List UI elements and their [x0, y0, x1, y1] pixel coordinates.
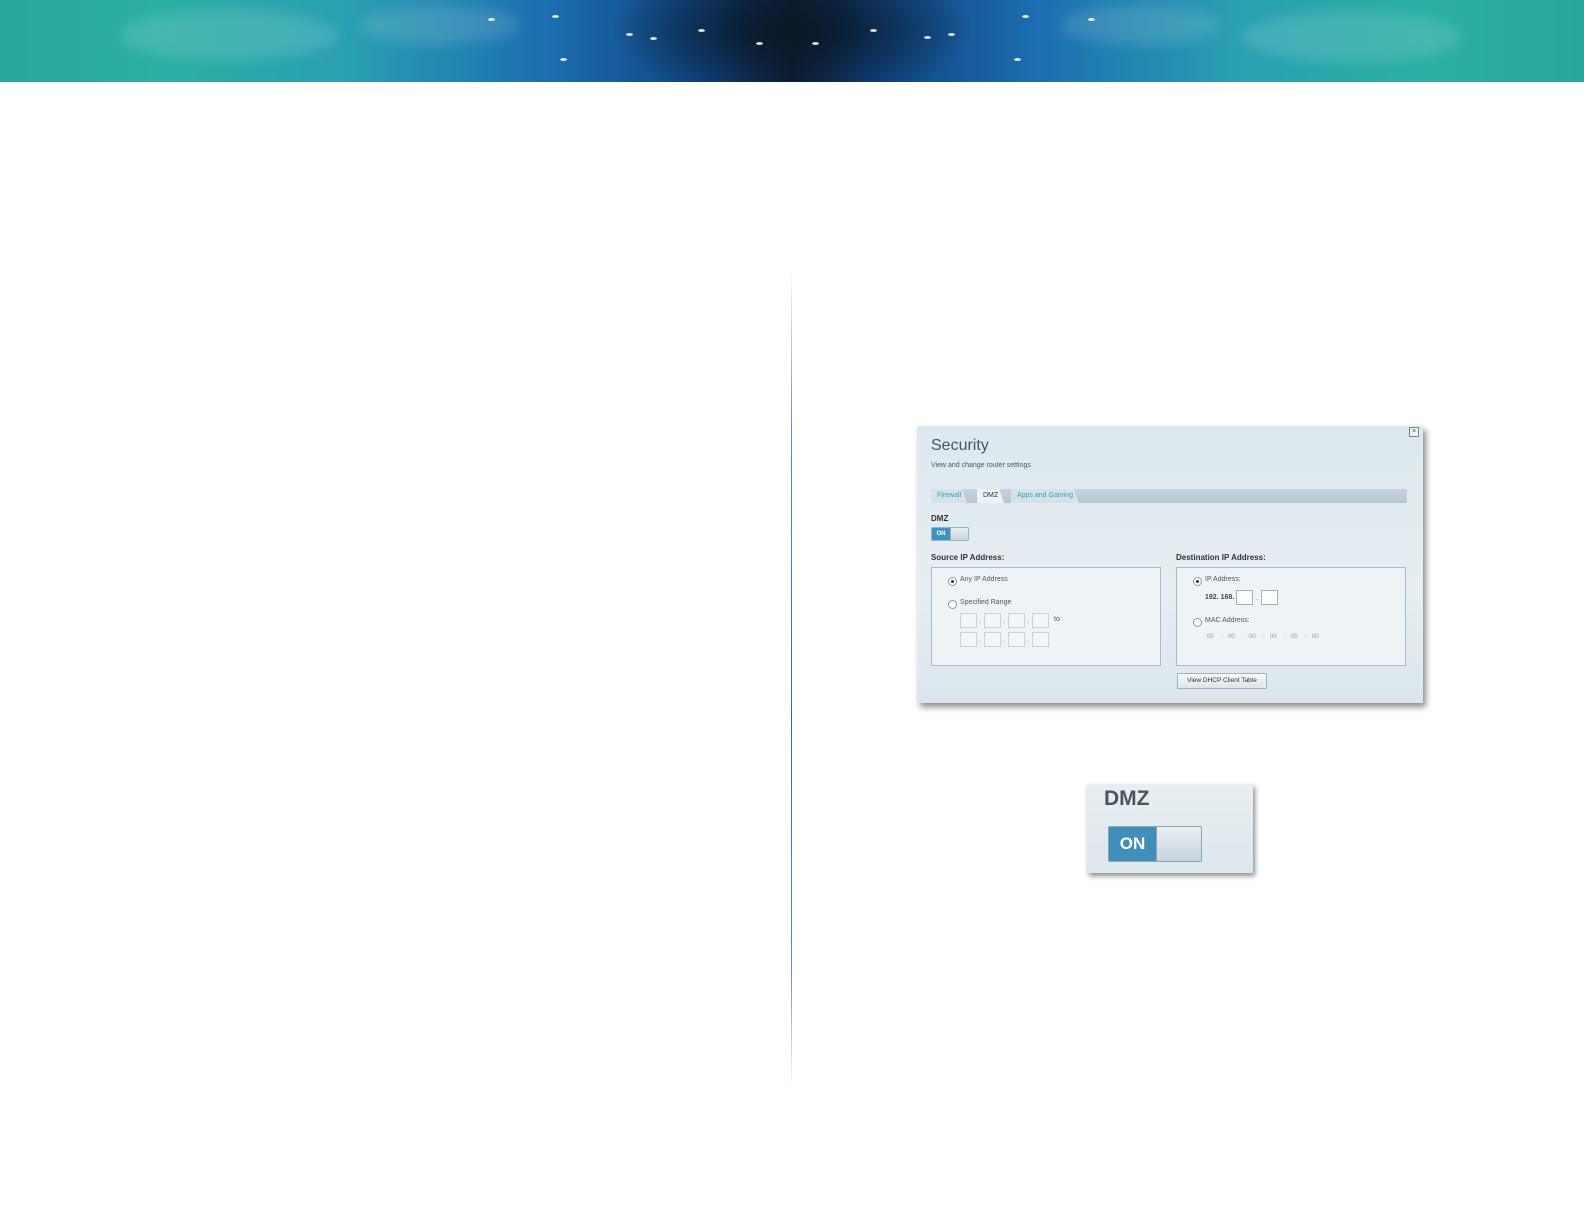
tab-apps-and-gaming[interactable]: Apps and Gaming — [1011, 489, 1079, 503]
ip-separator: . — [1027, 618, 1029, 625]
range-start-octet-3[interactable] — [1008, 613, 1025, 628]
range-end-octet-1[interactable] — [960, 632, 977, 647]
range-start-octet-2[interactable] — [984, 613, 1001, 628]
ip-octet-3-input[interactable] — [1236, 590, 1253, 605]
mac-octet-5[interactable]: 00 — [1291, 634, 1298, 640]
dmz-label: DMZ — [931, 514, 949, 523]
panel-subtitle: View and change router settings — [931, 462, 1031, 469]
mac-octet-2[interactable]: 00 — [1228, 634, 1235, 640]
close-icon[interactable]: × — [1409, 427, 1419, 437]
range-end-octet-4[interactable] — [1032, 632, 1049, 647]
mac-octet-6[interactable]: 00 — [1312, 634, 1319, 640]
mac-octet-1[interactable]: 00 — [1207, 634, 1214, 640]
specified-range-label: Specified Range — [960, 599, 1012, 606]
dmz-toggle-knob — [950, 528, 968, 540]
to-label: to — [1054, 616, 1060, 623]
mac-separator: : — [1221, 634, 1223, 640]
mac-separator: : — [1263, 634, 1265, 640]
ip-address-label: IP Address: — [1205, 576, 1241, 583]
mac-address-label: MAC Address: — [1205, 617, 1250, 624]
range-end-octet-2[interactable] — [984, 632, 1001, 647]
mac-separator: : — [1305, 634, 1307, 640]
dmz-toggle[interactable]: ON — [931, 527, 969, 541]
specified-range-radio[interactable] — [948, 600, 957, 609]
mac-separator: : — [1284, 634, 1286, 640]
ip-separator: . — [979, 618, 981, 625]
ip-separator: . — [1003, 637, 1005, 644]
destination-ip-box: IP Address: 192. 168. . MAC Address: 00 … — [1176, 567, 1406, 666]
dmz-toggle-state: ON — [932, 528, 950, 540]
view-dhcp-client-table-button[interactable]: View DHCP Client Table — [1177, 673, 1267, 689]
any-ip-label: Any IP Address — [960, 576, 1008, 583]
mac-octet-3[interactable]: 00 — [1249, 634, 1256, 640]
dmz-zoom-toggle[interactable]: ON — [1108, 826, 1202, 862]
ip-address-radio[interactable] — [1193, 577, 1202, 586]
ip-octet-4-input[interactable] — [1261, 590, 1278, 605]
dmz-zoom-toggle-state: ON — [1109, 827, 1156, 861]
header-banner — [0, 0, 1584, 82]
mac-address-radio[interactable] — [1193, 618, 1202, 627]
range-end-octet-3[interactable] — [1008, 632, 1025, 647]
range-start-octet-1[interactable] — [960, 613, 977, 628]
ip-separator: . — [1003, 618, 1005, 625]
security-settings-panel: × Security View and change router settin… — [917, 426, 1423, 703]
ip-separator: . — [1027, 637, 1029, 644]
tab-firewall[interactable]: Firewall — [931, 489, 967, 503]
ip-separator: . — [979, 637, 981, 644]
mac-separator: : — [1242, 634, 1244, 640]
dmz-zoom-label: DMZ — [1104, 787, 1150, 810]
dmz-zoom-inset: DMZ ON — [1087, 784, 1253, 873]
source-ip-box: Any IP Address Specified Range . . . to … — [931, 567, 1161, 666]
tab-dmz[interactable]: DMZ — [977, 489, 1004, 503]
ip-separator: . — [1256, 595, 1258, 602]
range-start-octet-4[interactable] — [1032, 613, 1049, 628]
ip-prefix: 192. 168. — [1205, 594, 1235, 601]
source-ip-heading: Source IP Address: — [931, 553, 1005, 562]
destination-ip-heading: Destination IP Address: — [1176, 553, 1266, 562]
mac-octet-4[interactable]: 00 — [1270, 634, 1277, 640]
dmz-zoom-toggle-knob — [1156, 827, 1201, 861]
any-ip-radio[interactable] — [948, 577, 957, 586]
column-divider — [791, 268, 792, 1090]
tab-bar: Firewall DMZ Apps and Gaming — [931, 489, 1407, 503]
panel-title: Security — [931, 437, 989, 454]
